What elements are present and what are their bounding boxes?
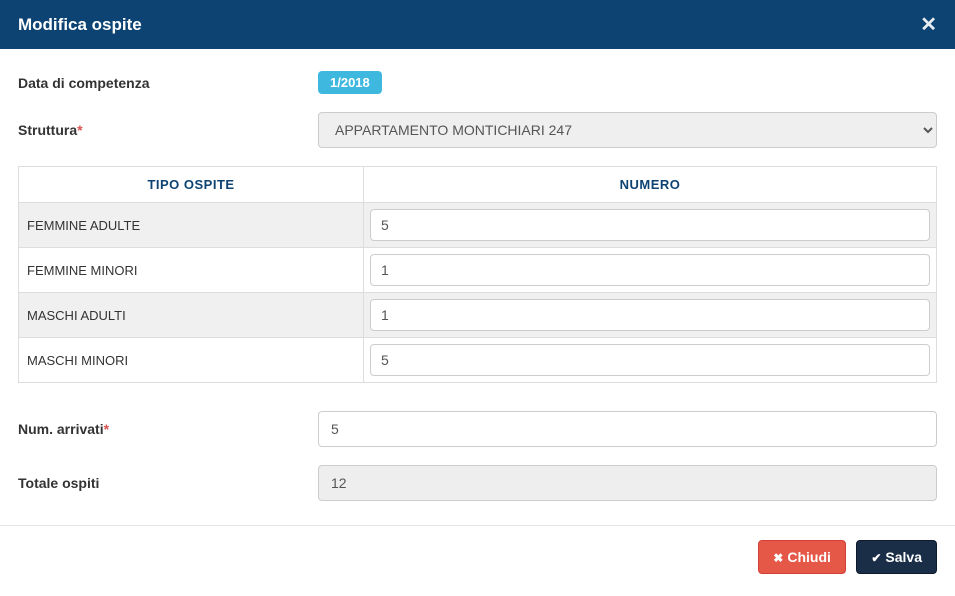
structure-select[interactable]: APPARTAMENTO MONTICHIARI 247 bbox=[318, 112, 937, 148]
cell-type: FEMMINE MINORI bbox=[19, 248, 364, 293]
structure-label-text: Struttura bbox=[18, 122, 77, 138]
structure-label: Struttura* bbox=[18, 122, 318, 138]
guest-table: TIPO OSPITE NUMERO FEMMINE ADULTE FEMMIN… bbox=[18, 166, 937, 383]
row-arrivals: Num. arrivati* bbox=[18, 411, 937, 447]
required-mark: * bbox=[77, 122, 82, 138]
cell-type: MASCHI MINORI bbox=[19, 338, 364, 383]
row-date: Data di competenza 1/2018 bbox=[18, 71, 937, 94]
close-button-label: Chiudi bbox=[787, 549, 831, 565]
cell-type: MASCHI ADULTI bbox=[19, 293, 364, 338]
modal-footer: Chiudi Salva bbox=[0, 525, 955, 588]
cell-number bbox=[364, 338, 937, 383]
input-maschi-adulti[interactable] bbox=[370, 299, 930, 331]
modal-edit-guest: Modifica ospite ✕ Data di competenza 1/2… bbox=[0, 0, 955, 588]
modal-title: Modifica ospite bbox=[18, 15, 142, 35]
date-badge: 1/2018 bbox=[318, 71, 382, 94]
check-icon bbox=[871, 549, 881, 565]
table-row: MASCHI MINORI bbox=[19, 338, 937, 383]
arrivals-input[interactable] bbox=[318, 411, 937, 447]
close-button[interactable]: Chiudi bbox=[758, 540, 846, 574]
row-structure: Struttura* APPARTAMENTO MONTICHIARI 247 bbox=[18, 112, 937, 148]
row-total: Totale ospiti bbox=[18, 465, 937, 501]
total-input bbox=[318, 465, 937, 501]
arrivals-label-text: Num. arrivati bbox=[18, 421, 104, 437]
save-button-label: Salva bbox=[885, 549, 922, 565]
modal-header: Modifica ospite ✕ bbox=[0, 0, 955, 49]
input-femmine-adulte[interactable] bbox=[370, 209, 930, 241]
cell-number bbox=[364, 293, 937, 338]
th-number: NUMERO bbox=[364, 167, 937, 203]
table-row: FEMMINE MINORI bbox=[19, 248, 937, 293]
total-label: Totale ospiti bbox=[18, 475, 318, 491]
cell-type: FEMMINE ADULTE bbox=[19, 203, 364, 248]
date-label: Data di competenza bbox=[18, 75, 318, 91]
date-badge-wrapper: 1/2018 bbox=[318, 71, 382, 94]
th-type: TIPO OSPITE bbox=[19, 167, 364, 203]
close-icon[interactable]: ✕ bbox=[920, 12, 937, 37]
table-row: MASCHI ADULTI bbox=[19, 293, 937, 338]
cell-number bbox=[364, 248, 937, 293]
save-button[interactable]: Salva bbox=[856, 540, 937, 574]
arrivals-label: Num. arrivati* bbox=[18, 421, 318, 437]
modal-body: Data di competenza 1/2018 Struttura* APP… bbox=[0, 49, 955, 525]
required-mark: * bbox=[104, 421, 109, 437]
input-maschi-minori[interactable] bbox=[370, 344, 930, 376]
input-femmine-minori[interactable] bbox=[370, 254, 930, 286]
table-row: FEMMINE ADULTE bbox=[19, 203, 937, 248]
x-icon bbox=[773, 549, 783, 565]
cell-number bbox=[364, 203, 937, 248]
